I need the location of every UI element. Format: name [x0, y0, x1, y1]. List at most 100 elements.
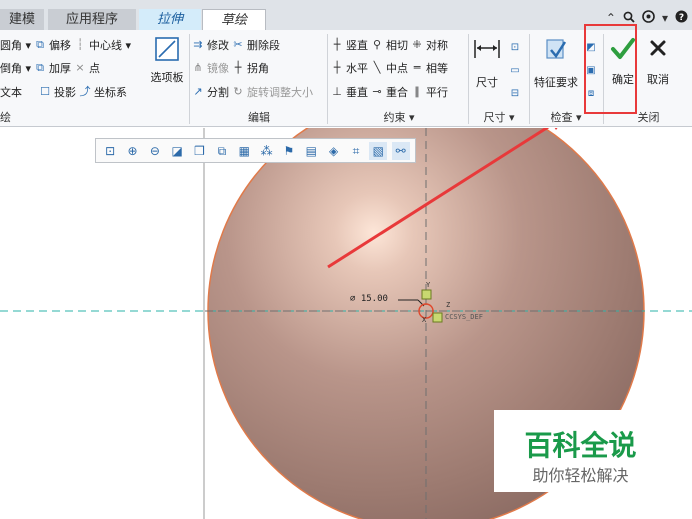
- csys-marker: [432, 312, 443, 323]
- tab-model[interactable]: 建模: [0, 9, 44, 30]
- divide-icon: ↗: [193, 85, 203, 98]
- graphics-toolbar: ⊡ ⊕ ⊖ ◪ ❒ ⧉ ▦ ⁂ ⚑ ▤ ◈ ⌗ ▧ ⚯: [95, 138, 416, 163]
- group-editing: ⇉ 修改 ✂ 删除段 ⋔ 镜像 ┼ 拐角 ↗ 分割 ↻ 旋转调整大小 编辑: [192, 30, 326, 127]
- coincident-button[interactable]: 重合: [386, 84, 408, 100]
- help-icon[interactable]: ?: [675, 10, 688, 26]
- constraint-display-icon[interactable]: ⚯: [391, 141, 410, 160]
- sketch-view-icon[interactable]: ⌗: [347, 142, 365, 160]
- divide-button[interactable]: 分割: [207, 84, 229, 100]
- perpendicular-button[interactable]: 垂直: [346, 84, 368, 100]
- perspective-icon[interactable]: ⁂: [258, 142, 276, 160]
- dimension-button[interactable]: 尺寸: [470, 36, 504, 90]
- highlight-box: [584, 24, 637, 114]
- delete-segment-button[interactable]: 删除段: [247, 37, 280, 53]
- point-icon: ×: [75, 61, 85, 74]
- view-manager-icon[interactable]: ▦: [235, 142, 253, 160]
- chamfer-button[interactable]: 倒角 ▾: [0, 60, 31, 76]
- thicken-button[interactable]: 加厚: [49, 60, 71, 76]
- centerline-icon: ┆: [76, 38, 84, 51]
- annotation-arrowhead: [554, 128, 558, 130]
- modify-icon: ⇉: [193, 38, 203, 51]
- perimeter-icon[interactable]: ⊡: [506, 36, 524, 59]
- close-icon: [650, 40, 666, 56]
- modify-button[interactable]: 修改: [207, 37, 229, 53]
- dimension-value[interactable]: ⌀ 15.00: [350, 294, 388, 304]
- watermark-subtitle: 助你轻松解决: [532, 466, 629, 485]
- group-label-editing: 编辑: [248, 111, 270, 124]
- project-button[interactable]: 投影: [54, 84, 76, 100]
- repaint-icon[interactable]: ◪: [168, 142, 186, 160]
- offset-button[interactable]: 偏移: [49, 37, 71, 53]
- palette-icon: [155, 37, 179, 61]
- palette-label: 选项板: [150, 71, 184, 84]
- centerline-button[interactable]: 中心线 ▾: [89, 37, 131, 53]
- horizontal-button[interactable]: 水平: [346, 60, 368, 76]
- project-icon: ☐: [40, 85, 50, 98]
- csys-marker: [421, 289, 432, 300]
- horizontal-icon: ┼: [333, 61, 341, 74]
- delete-segment-icon: ✂: [233, 38, 243, 51]
- palette-button[interactable]: 选项板: [147, 36, 187, 85]
- settings-icon[interactable]: [642, 10, 655, 26]
- point-button[interactable]: 点: [89, 60, 100, 76]
- feature-requirements-label: 特征要求: [534, 76, 578, 89]
- group-label-sketching: 绘: [0, 111, 11, 124]
- caret-up-icon[interactable]: ⌃: [606, 11, 616, 25]
- group-label-constrain: 约束 ▾: [383, 111, 415, 124]
- saved-orientations-icon[interactable]: ⧉: [213, 142, 231, 160]
- axis-label-z: Z: [446, 301, 451, 309]
- divider: [327, 34, 328, 124]
- midpoint-icon: ╲: [373, 61, 381, 74]
- midpoint-button[interactable]: 中点: [386, 60, 408, 76]
- divider: [468, 34, 469, 124]
- tab-extrude[interactable]: 拉伸: [139, 9, 201, 30]
- fillet-button[interactable]: 圆角 ▾: [0, 37, 31, 53]
- feature-requirements-icon: [546, 39, 567, 59]
- axis-label-y: Y: [426, 281, 431, 289]
- thicken-icon: ⧉: [36, 61, 44, 74]
- reference-icon[interactable]: ⊟: [506, 82, 524, 105]
- sketcher-display-icon[interactable]: ▧: [369, 141, 388, 160]
- coincident-icon: ⊸: [372, 85, 382, 98]
- tangent-button[interactable]: 相切: [386, 37, 408, 53]
- tangent-icon: ⚲: [372, 38, 382, 51]
- spin-center-icon[interactable]: ◈: [325, 142, 343, 160]
- cancel-button[interactable]: 取消: [643, 36, 673, 87]
- text-button[interactable]: 文本: [0, 84, 22, 100]
- zoom-out-icon[interactable]: ⊖: [146, 142, 164, 160]
- baseline-icon[interactable]: ▭: [506, 59, 524, 82]
- group-label-dimension: 尺寸 ▾: [483, 111, 515, 124]
- corner-icon: ┼: [234, 61, 242, 74]
- group-sketching: 圆角 ▾ ⧉ 偏移 ┆ 中心线 ▾ 倒角 ▾ ⧉ 加厚 × 点 文本 ☐ 投影 …: [0, 30, 188, 127]
- dimension-label: 尺寸: [476, 76, 498, 89]
- dimension-icon: [474, 40, 500, 58]
- tab-sketch[interactable]: 草绘: [202, 9, 266, 31]
- divider: [529, 34, 530, 124]
- parallel-button[interactable]: 平行: [426, 84, 448, 100]
- annotation-display-icon[interactable]: ▤: [302, 142, 320, 160]
- datum-display-icon[interactable]: ⚑: [280, 142, 298, 160]
- watermark: 百科全说 助你轻松解决: [494, 410, 667, 492]
- equal-icon: ═: [413, 61, 421, 74]
- vertical-icon: ┼: [333, 38, 341, 51]
- rotate-resize-icon: ↻: [233, 85, 243, 98]
- csys-label: CCSYS_DEF: [445, 313, 483, 321]
- zoom-in-icon[interactable]: ⊕: [124, 142, 142, 160]
- dropdown-caret-icon[interactable]: ▾: [662, 11, 668, 25]
- coordinate-system-button[interactable]: 坐标系: [94, 84, 127, 100]
- group-dimension: 尺寸 ⊡ ▭ ⊟ 尺寸 ▾: [470, 30, 528, 127]
- corner-button[interactable]: 拐角: [247, 60, 269, 76]
- perpendicular-icon: ⊥: [332, 85, 342, 98]
- display-style-icon[interactable]: ❒: [191, 142, 209, 160]
- feature-requirements-button[interactable]: 特征要求: [531, 36, 581, 90]
- rotate-resize-button[interactable]: 旋转调整大小: [247, 84, 313, 100]
- symmetric-button[interactable]: 对称: [426, 37, 448, 53]
- symmetric-icon: ⁜: [412, 38, 422, 51]
- refit-icon[interactable]: ⊡: [101, 142, 119, 160]
- svg-text:?: ?: [679, 13, 684, 23]
- vertical-button[interactable]: 竖直: [346, 37, 368, 53]
- tab-applications[interactable]: 应用程序: [48, 9, 136, 30]
- mirror-button[interactable]: 镜像: [207, 60, 229, 76]
- equal-button[interactable]: 相等: [426, 60, 448, 76]
- parallel-icon: ∥: [414, 85, 420, 98]
